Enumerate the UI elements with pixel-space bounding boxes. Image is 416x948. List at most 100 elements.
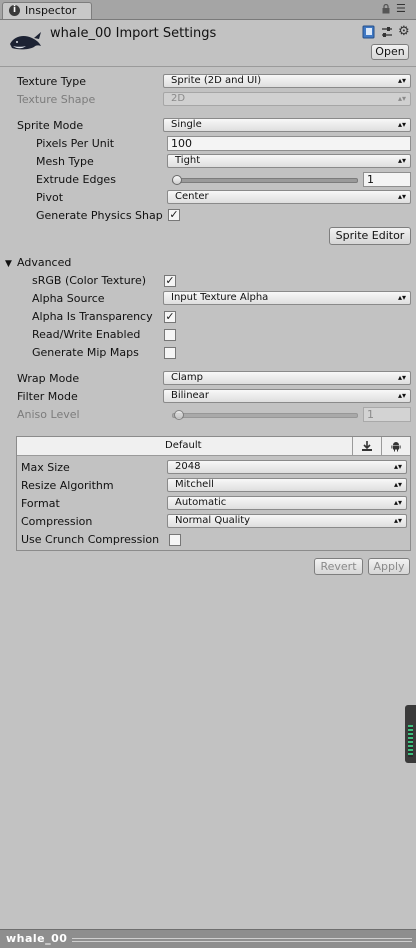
compression-label: Compression [21, 515, 93, 528]
revert-button[interactable]: Revert [314, 558, 363, 575]
dropdown-arrow-icon: ▴▾ [397, 391, 406, 400]
help-book-icon[interactable] [362, 25, 376, 39]
lock-icon[interactable] [382, 4, 390, 14]
platform-tab-bar: Default [17, 437, 410, 456]
resize-algorithm-value: Mitchell [175, 479, 214, 490]
tab-inspector-label: Inspector [25, 4, 77, 17]
pivot-label: Pivot [36, 191, 64, 204]
advanced-section-header[interactable]: Advanced [17, 256, 71, 269]
format-dropdown[interactable]: Automatic ▴▾ [167, 496, 407, 510]
read-write-enabled-checkbox[interactable] [164, 329, 176, 341]
max-size-value: 2048 [175, 461, 201, 472]
presets-icon[interactable] [380, 25, 394, 39]
wrap-mode-value: Clamp [171, 372, 203, 383]
srgb-checkbox[interactable]: ✓ [164, 275, 176, 287]
open-button[interactable]: Open [371, 44, 409, 60]
dropdown-arrow-icon: ▴▾ [393, 498, 402, 507]
extrude-edges-slider[interactable] [172, 178, 358, 183]
sprite-mode-label: Sprite Mode [17, 119, 84, 132]
alpha-source-dropdown[interactable]: Input Texture Alpha ▴▾ [163, 291, 411, 305]
dropdown-arrow-icon: ▴▾ [393, 462, 402, 471]
generate-mip-maps-checkbox[interactable] [164, 347, 176, 359]
dropdown-arrow-icon: ▴▾ [397, 120, 406, 129]
mesh-type-label: Mesh Type [36, 155, 94, 168]
whale-sprite-icon [10, 32, 41, 50]
checkmark-icon: ✓ [165, 274, 175, 287]
texture-shape-label: Texture Shape [17, 93, 96, 106]
aniso-level-label: Aniso Level [17, 408, 80, 421]
resize-algorithm-label: Resize Algorithm [21, 479, 114, 492]
foldout-arrow-icon[interactable]: ▼ [5, 259, 12, 269]
dropdown-arrow-icon: ▴▾ [397, 76, 406, 85]
inspector-header: whale_00 Import Settings ⚙ Open [0, 20, 416, 67]
platform-tab-standalone[interactable] [352, 437, 381, 455]
pixels-per-unit-field[interactable]: 100 [167, 136, 411, 151]
preview-drag-handle[interactable] [72, 938, 412, 942]
extrude-edges-field[interactable]: 1 [363, 172, 411, 187]
download-icon [362, 441, 372, 451]
use-crunch-compression-checkbox[interactable] [169, 534, 181, 546]
pixels-per-unit-label: Pixels Per Unit [36, 137, 115, 150]
aniso-level-slider-thumb [174, 410, 184, 420]
texture-type-label: Texture Type [17, 75, 87, 88]
wrap-mode-label: Wrap Mode [17, 372, 80, 385]
generate-physics-shape-label: Generate Physics Shap [36, 209, 163, 222]
info-icon: i [9, 5, 20, 16]
page-title: whale_00 Import Settings [50, 26, 217, 41]
dropdown-arrow-icon: ▴▾ [397, 373, 406, 382]
format-label: Format [21, 497, 60, 510]
meter-icon [408, 725, 413, 757]
tab-inspector[interactable]: i Inspector [2, 2, 92, 19]
filter-mode-dropdown[interactable]: Bilinear ▴▾ [163, 389, 411, 403]
read-write-enabled-label: Read/Write Enabled [32, 328, 141, 341]
alpha-source-value: Input Texture Alpha [171, 292, 269, 303]
max-size-dropdown[interactable]: 2048 ▴▾ [167, 460, 407, 474]
extrude-edges-slider-thumb[interactable] [172, 175, 182, 185]
preview-asset-name: whale_00 [6, 932, 68, 945]
aniso-level-slider [172, 413, 358, 418]
android-icon [391, 442, 401, 452]
dropdown-arrow-icon: ▴▾ [393, 480, 402, 489]
max-size-label: Max Size [21, 461, 70, 474]
alpha-source-label: Alpha Source [32, 292, 105, 305]
format-value: Automatic [175, 497, 227, 508]
alpha-is-transparency-label: Alpha Is Transparency [32, 310, 153, 323]
dropdown-arrow-icon: ▴▾ [397, 156, 406, 165]
tab-menu-icon[interactable]: ☰ [396, 3, 410, 15]
preview-bar[interactable]: whale_00 [0, 929, 416, 948]
pivot-dropdown[interactable]: Center ▴▾ [167, 190, 411, 204]
generate-mip-maps-label: Generate Mip Maps [32, 346, 139, 359]
texture-type-dropdown[interactable]: Sprite (2D and UI) ▴▾ [163, 74, 411, 88]
resize-algorithm-dropdown[interactable]: Mitchell ▴▾ [167, 478, 407, 492]
texture-type-value: Sprite (2D and UI) [171, 75, 262, 86]
texture-shape-value: 2D [171, 93, 186, 104]
compression-dropdown[interactable]: Normal Quality ▴▾ [167, 514, 407, 528]
mesh-type-value: Tight [175, 155, 201, 166]
platform-tab-android[interactable] [381, 437, 410, 455]
filter-mode-label: Filter Mode [17, 390, 78, 403]
platform-tab-default[interactable]: Default [165, 440, 202, 451]
alpha-is-transparency-checkbox[interactable]: ✓ [164, 311, 176, 323]
sprite-mode-dropdown[interactable]: Single ▴▾ [163, 118, 411, 132]
tab-bar: i Inspector ☰ [0, 0, 416, 20]
use-crunch-compression-label: Use Crunch Compression [21, 533, 160, 546]
srgb-label: sRGB (Color Texture) [32, 274, 147, 287]
side-meter-widget[interactable] [405, 705, 416, 763]
dropdown-arrow-icon: ▴▾ [397, 94, 406, 103]
dropdown-arrow-icon: ▴▾ [393, 516, 402, 525]
texture-shape-dropdown: 2D ▴▾ [163, 92, 411, 106]
dropdown-arrow-icon: ▴▾ [397, 192, 406, 201]
apply-button[interactable]: Apply [368, 558, 410, 575]
checkmark-icon: ✓ [169, 208, 179, 221]
checkmark-icon: ✓ [165, 310, 175, 323]
aniso-level-field: 1 [363, 407, 411, 422]
wrap-mode-dropdown[interactable]: Clamp ▴▾ [163, 371, 411, 385]
sprite-editor-button[interactable]: Sprite Editor [329, 227, 411, 245]
dropdown-arrow-icon: ▴▾ [397, 293, 406, 302]
generate-physics-shape-checkbox[interactable]: ✓ [168, 209, 180, 221]
extrude-edges-label: Extrude Edges [36, 173, 116, 186]
pivot-value: Center [175, 191, 209, 202]
mesh-type-dropdown[interactable]: Tight ▴▾ [167, 154, 411, 168]
gear-icon[interactable]: ⚙ [398, 25, 412, 39]
filter-mode-value: Bilinear [171, 390, 209, 401]
